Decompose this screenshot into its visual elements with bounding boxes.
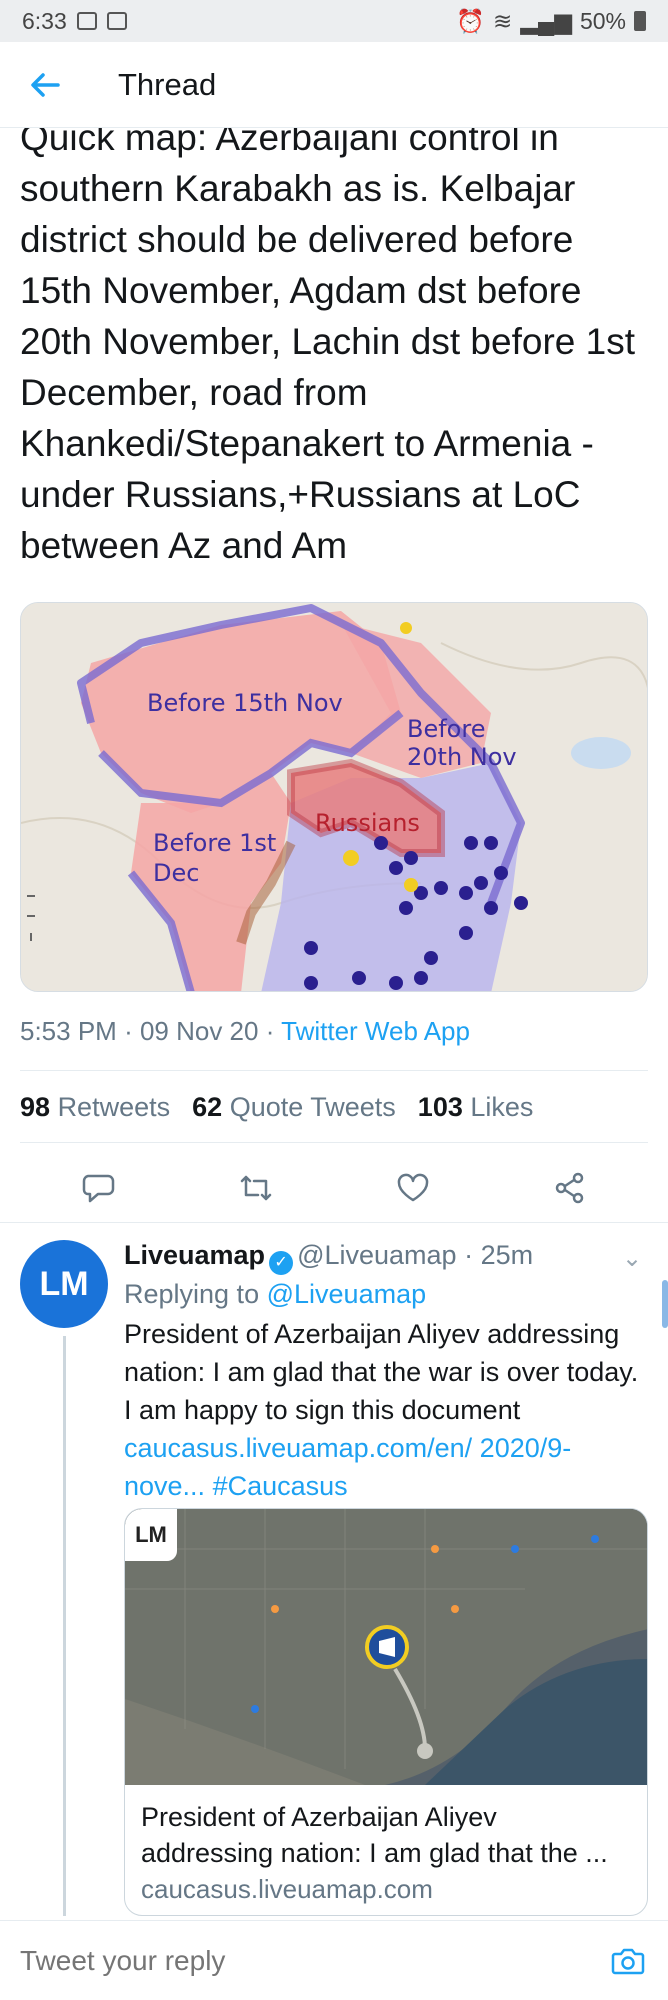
card-domain: caucasus.liveuamap.com (141, 1874, 433, 1904)
tweet-actions (20, 1160, 648, 1216)
reply-button[interactable] (69, 1160, 129, 1216)
scrollbar-thumb[interactable] (662, 1280, 668, 1328)
likes-stat[interactable]: 103 Likes (418, 1092, 534, 1123)
card-image: LM (125, 1509, 647, 1785)
reply-input[interactable] (20, 1944, 608, 1977)
card-body: President of Azerbaijan Aliyev addressin… (125, 1785, 647, 1915)
camera-icon (611, 1948, 645, 1974)
likes-count: 103 (417, 1092, 463, 1122)
retweets-stat[interactable]: 98 Retweets (20, 1092, 170, 1123)
reply-text: President of Azerbaijan Aliyev addressin… (124, 1315, 644, 1505)
avatar[interactable]: LM (20, 1240, 108, 1328)
reply-body: President of Azerbaijan Aliyev addressin… (124, 1319, 639, 1425)
reply-tweet[interactable]: Liveuamap ✓ @Liveuamap · 25m Replying to @… (124, 1236, 644, 1505)
back-button[interactable] (0, 42, 90, 128)
verified-badge-icon: ✓ (269, 1251, 294, 1275)
reply-header: Liveuamap ✓ @Liveuamap · 25m (124, 1236, 644, 1275)
card-title: President of Azerbaijan Aliyev addressin… (141, 1802, 608, 1868)
tweet-stats: 98 Retweets 62 Quote Tweets 103 Likes (20, 1092, 533, 1123)
share-button[interactable] (540, 1160, 600, 1216)
thread-connector (63, 1336, 66, 1916)
map-label-lachin-2: Dec (153, 859, 200, 887)
page-title: Thread (118, 66, 217, 102)
map-drawing (21, 603, 647, 991)
camera-button[interactable] (608, 1941, 648, 1981)
battery-level: 50% (579, 7, 626, 34)
map-label-russians: Russians (315, 809, 420, 837)
chevron-down-icon[interactable]: ⌄ (622, 1244, 642, 1273)
meta-separator: · (265, 1016, 282, 1046)
notification-icon (76, 12, 97, 30)
quotes-stat[interactable]: 62 Quote Tweets (192, 1092, 396, 1123)
comment-icon (82, 1174, 114, 1203)
tweet-source-link[interactable]: Twitter Web App (281, 1016, 470, 1046)
replying-to-link[interactable]: @Liveuamap (267, 1279, 427, 1309)
signal-icon: ▂▄▆ (520, 7, 572, 34)
arrow-left-icon (31, 72, 60, 97)
divider (0, 1222, 668, 1223)
quotes-count: 62 (192, 1092, 223, 1122)
likes-label: Likes (470, 1092, 534, 1122)
map-label-agdam-1: Before (407, 715, 486, 743)
share-icon (555, 1172, 583, 1204)
divider (20, 1142, 648, 1143)
status-bar: 6:33 ⏰ ≋ ▂▄▆ 50% (0, 0, 668, 42)
heart-icon (397, 1173, 428, 1202)
reply-age: 25m (480, 1240, 534, 1270)
tweet-map-image[interactable]: Before 15th Nov Before 20th Nov Before 1… (20, 602, 648, 992)
map-label-lachin-1: Before 1st (153, 829, 277, 857)
map-label-agdam-2: 20th Nov (407, 743, 517, 771)
quotes-label: Quote Tweets (229, 1092, 396, 1122)
liveuamap-logo: LM (125, 1509, 177, 1561)
reply-author-handle[interactable]: @Liveuamap (297, 1240, 457, 1270)
replying-prefix: Replying to (124, 1279, 260, 1309)
wifi-icon: ≋ (493, 7, 513, 34)
app-header: Thread (0, 42, 668, 128)
like-button[interactable] (383, 1160, 443, 1216)
retweet-icon (240, 1175, 271, 1201)
tweet-time: 5:53 PM (20, 1016, 117, 1046)
divider (20, 1070, 648, 1071)
satellite-map-drawing (125, 1509, 647, 1785)
battery-icon (634, 11, 646, 31)
tweet-meta: 5:53 PM · 09 Nov 20 · Twitter Web App (20, 1016, 470, 1047)
tweet-date: 09 Nov 20 (139, 1016, 259, 1046)
map-label-kelbajar: Before 15th Nov (147, 689, 343, 717)
meta-separator: · (456, 1240, 481, 1270)
tweet-text-clip: Quick map: Azerbaijani control in southe… (0, 128, 668, 588)
replying-to: Replying to @Liveuamap (124, 1275, 644, 1313)
retweets-count: 98 (20, 1092, 51, 1122)
reply-author-name[interactable]: Liveuamap (124, 1240, 265, 1270)
retweet-button[interactable] (226, 1160, 286, 1216)
retweets-label: Retweets (57, 1092, 171, 1122)
reply-compose-bar (0, 1920, 668, 2000)
link-preview-card[interactable]: LM President of Azerbaijan Aliyev addres… (124, 1508, 648, 1916)
meta-separator: · (124, 1016, 140, 1046)
status-time: 6:33 (22, 7, 67, 34)
alarm-icon: ⏰ (456, 7, 485, 34)
tweet-text: Quick map: Azerbaijani control in southe… (20, 128, 635, 566)
hashtag-link[interactable]: #Caucasus (213, 1471, 348, 1501)
gallery-icon (106, 12, 127, 30)
